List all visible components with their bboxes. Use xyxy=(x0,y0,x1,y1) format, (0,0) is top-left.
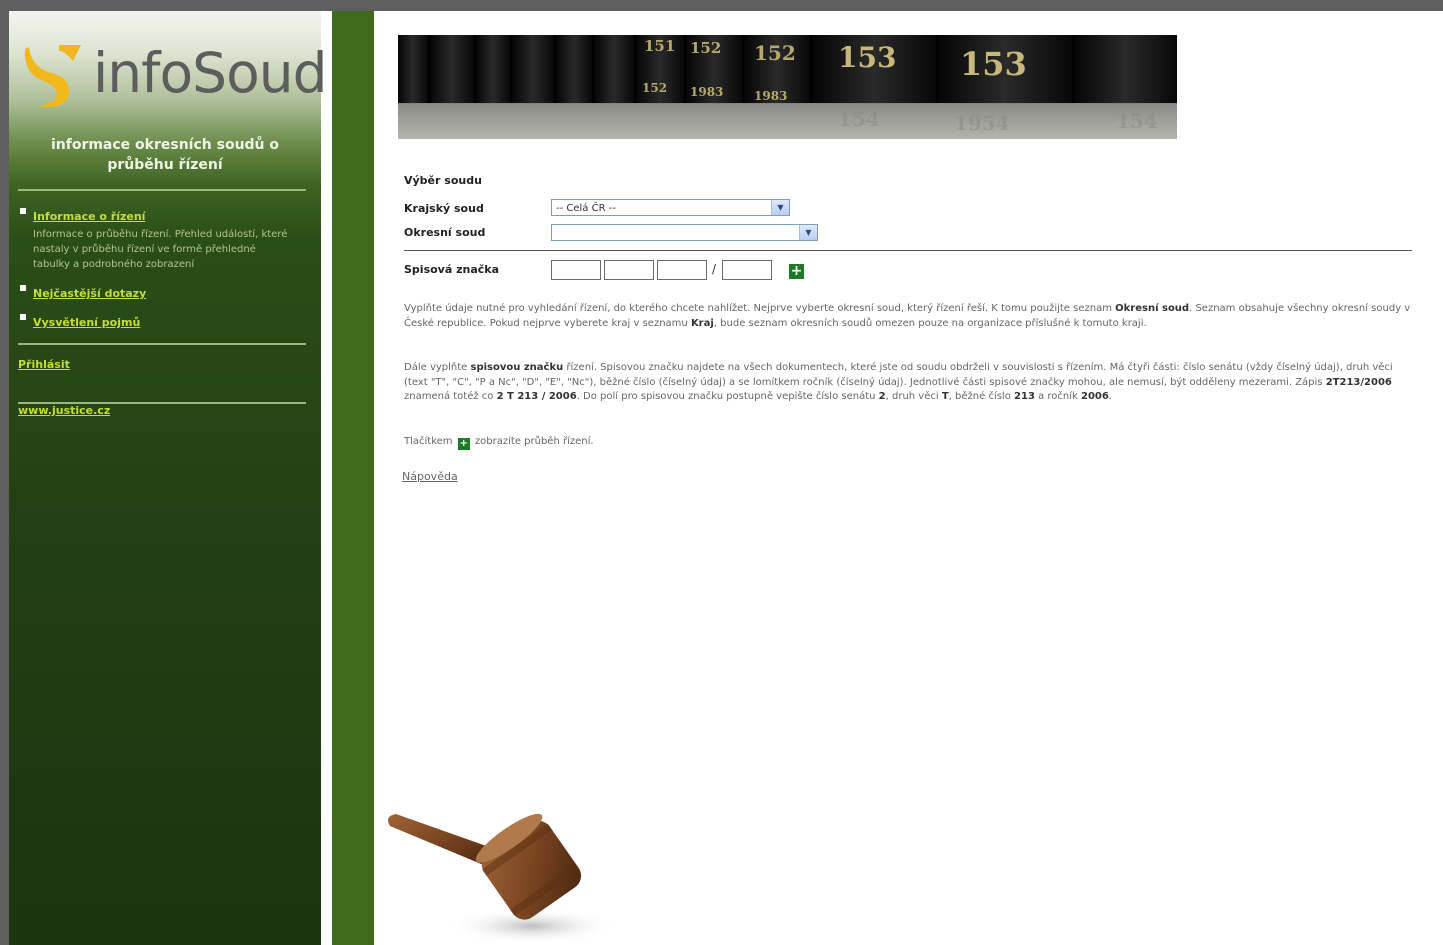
form-section-title: Výběr soudu xyxy=(404,174,482,187)
main-content: 151 152 152 153 153 152 1983 1983 154 19… xyxy=(374,11,1443,945)
logo-text: infoSoud xyxy=(93,41,327,105)
sidebar-item-case-info: Informace o řízení Informace o průběhu ř… xyxy=(17,205,307,272)
volume-label: 152 xyxy=(690,39,722,57)
book-spine xyxy=(594,35,636,103)
sidebar-item-glossary: Vysvětlení pojmů xyxy=(17,311,307,330)
book-spine xyxy=(476,35,512,103)
sidebar: infoSoud informace okresních soudů o prů… xyxy=(9,11,327,945)
sidebar-divider xyxy=(18,189,306,191)
volume-reflection: 154 xyxy=(1116,109,1158,133)
sidebar-item-faq: Nejčastější dotazy xyxy=(17,282,307,301)
case-number-label: Spisová značka xyxy=(404,263,500,276)
volume-sublabel: 152 xyxy=(642,81,668,95)
district-court-select[interactable]: ▼ xyxy=(551,224,818,241)
volume-sublabel: 1983 xyxy=(754,89,788,103)
dropdown-arrow-icon[interactable]: ▼ xyxy=(771,200,789,215)
book-spine xyxy=(512,35,556,103)
sidebar-link-glossary[interactable]: Vysvětlení pojmů xyxy=(33,316,140,329)
login-link[interactable]: Přihlásit xyxy=(18,358,70,371)
volume-reflection: 1954 xyxy=(954,111,1010,135)
instructions-paragraph-3: Tlačítkem + zobrazíte průběh řízení. xyxy=(404,436,594,450)
dropdown-arrow-icon[interactable]: ▼ xyxy=(799,225,817,240)
sidebar-link-faq[interactable]: Nejčastější dotazy xyxy=(33,287,146,300)
volume-sublabel: 1983 xyxy=(690,85,724,99)
book-spine xyxy=(556,35,594,103)
regional-court-label: Krajský soud xyxy=(404,202,484,215)
infosoud-logo[interactable]: infoSoud xyxy=(21,37,327,111)
justice-link[interactable]: www.justice.cz xyxy=(18,404,110,417)
district-court-label: Okresní soud xyxy=(404,226,486,239)
regional-court-select[interactable]: -- Celá ČR -- ▼ xyxy=(551,199,790,216)
volume-label: 153 xyxy=(960,45,1027,83)
sidebar-item-description: Informace o průběhu řízení. Přehled udál… xyxy=(33,229,288,270)
help-link[interactable]: Nápověda xyxy=(402,470,458,483)
sidebar-menu: Informace o řízení Informace o průběhu ř… xyxy=(17,205,307,336)
volume-reflection: 154 xyxy=(838,107,880,131)
show-case-button[interactable]: + xyxy=(789,264,804,279)
header-banner-image: 151 152 152 153 153 152 1983 1983 154 19… xyxy=(398,35,1177,139)
case-type-input[interactable] xyxy=(604,260,654,280)
sidebar-divider xyxy=(18,343,306,345)
volume-label: 153 xyxy=(838,41,897,74)
bullet-icon xyxy=(20,314,26,320)
form-divider xyxy=(404,250,1412,251)
senate-number-input[interactable] xyxy=(551,260,601,280)
logo-s-icon xyxy=(24,45,81,107)
sidebar-link-case-info[interactable]: Informace o řízení xyxy=(33,210,145,223)
volume-label: 151 xyxy=(644,37,676,55)
case-year-input[interactable] xyxy=(722,260,772,280)
tagline: informace okresních soudů o průběhu říze… xyxy=(50,137,280,173)
green-stripe xyxy=(332,11,374,945)
book-spine xyxy=(430,35,476,103)
bullet-icon xyxy=(20,208,26,214)
bullet-icon xyxy=(20,285,26,291)
slash-separator: / xyxy=(712,262,717,276)
gavel-icon xyxy=(388,813,612,944)
browser-viewport: infoSoud informace okresních soudů o prů… xyxy=(9,11,1443,945)
plus-icon: + xyxy=(457,438,470,450)
book-spine xyxy=(398,35,430,103)
instructions-paragraph-2: Dále vyplňte spisovou značku řízení. Spi… xyxy=(404,362,1393,402)
volume-label: 152 xyxy=(754,41,796,65)
case-serial-input[interactable] xyxy=(657,260,707,280)
plus-icon: + xyxy=(790,263,803,279)
regional-court-value: -- Celá ČR -- xyxy=(556,203,616,214)
instructions-paragraph-1: Vyplňte údaje nutné pro vyhledání řízení… xyxy=(404,303,1411,329)
book-spine xyxy=(1074,35,1177,103)
